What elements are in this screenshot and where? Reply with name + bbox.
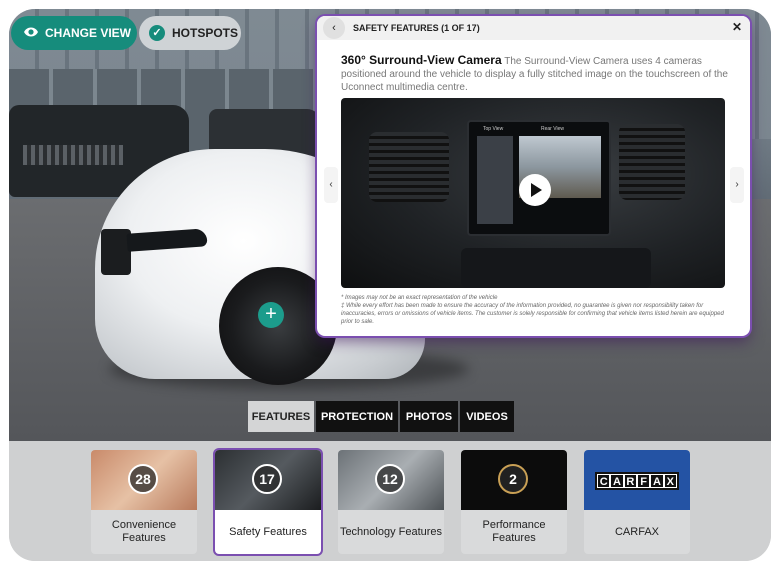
tab-features[interactable]: FEATURES [248, 401, 314, 432]
dash-vent [619, 124, 685, 200]
chevron-left-icon[interactable]: ‹ [323, 17, 345, 39]
tab-videos[interactable]: VIDEOS [460, 401, 514, 432]
screen-rear-view-label: Rear View [541, 126, 564, 132]
tab-protection[interactable]: PROTECTION [316, 401, 398, 432]
carfax-logo: CARFAX [595, 472, 679, 490]
screen-top-view-label: Top View [483, 126, 504, 132]
hotspots-button[interactable]: ✓ HOTSPOTS [139, 16, 241, 50]
change-view-label: CHANGE VIEW [45, 26, 132, 40]
feature-count: 17 [252, 464, 282, 494]
feature-count: 12 [375, 464, 405, 494]
feature-video[interactable]: Top View Rear View [341, 98, 725, 288]
close-icon[interactable]: ✕ [732, 20, 742, 34]
card-label: Technology Features [339, 525, 443, 538]
category-card-convenience[interactable]: 28 Convenience Features [91, 450, 197, 554]
card-label: CARFAX [614, 525, 659, 538]
tab-photos[interactable]: PHOTOS [400, 401, 458, 432]
carfax-thumbnail: CARFAX [584, 450, 690, 510]
dash-console [461, 248, 651, 288]
feature-name: 360° Surround-View Camera [341, 53, 502, 67]
feature-description: 360° Surround-View Camera The Surround-V… [341, 54, 731, 94]
disclaimer-line-2: ‡ While every effort has been made to en… [341, 303, 724, 325]
card-label: Convenience Features [111, 519, 177, 544]
category-card-technology[interactable]: 12 Technology Features [338, 450, 444, 554]
eye-icon [23, 26, 39, 41]
popup-header: ‹ SAFETY FEATURES (1 OF 17) ✕ [317, 16, 750, 40]
disclaimer: * Images may not be an exact representat… [341, 294, 731, 326]
top-view-image [477, 136, 513, 224]
category-card-safety[interactable]: 17 Safety Features [215, 450, 321, 554]
feature-count: 2 [498, 464, 528, 494]
change-view-button[interactable]: CHANGE VIEW [11, 16, 137, 50]
card-label: Safety Features [229, 525, 307, 538]
disclaimer-line-1: * Images may not be an exact representat… [341, 295, 498, 301]
popup-title: SAFETY FEATURES (1 OF 17) [353, 23, 480, 33]
category-card-carfax[interactable]: CARFAX CARFAX [584, 450, 690, 554]
dash-vent [369, 132, 449, 202]
feature-popup: ‹ SAFETY FEATURES (1 OF 17) ✕ 360° Surro… [317, 16, 750, 336]
next-feature-chevron-right-icon[interactable]: › [730, 167, 744, 203]
prev-feature-chevron-left-icon[interactable]: ‹ [324, 167, 338, 203]
feature-count: 28 [128, 464, 158, 494]
category-tabs: FEATURES PROTECTION PHOTOS VIDEOS [248, 401, 514, 432]
play-icon[interactable] [519, 174, 551, 206]
card-label: Performance Features [482, 519, 546, 544]
hotspot-plus-icon[interactable]: + [258, 302, 284, 328]
uconnect-screen: Top View Rear View [467, 120, 611, 236]
category-card-performance[interactable]: 2 Performance Features [461, 450, 567, 554]
check-circle-icon: ✓ [149, 25, 165, 41]
hotspots-label: HOTSPOTS [172, 26, 239, 40]
